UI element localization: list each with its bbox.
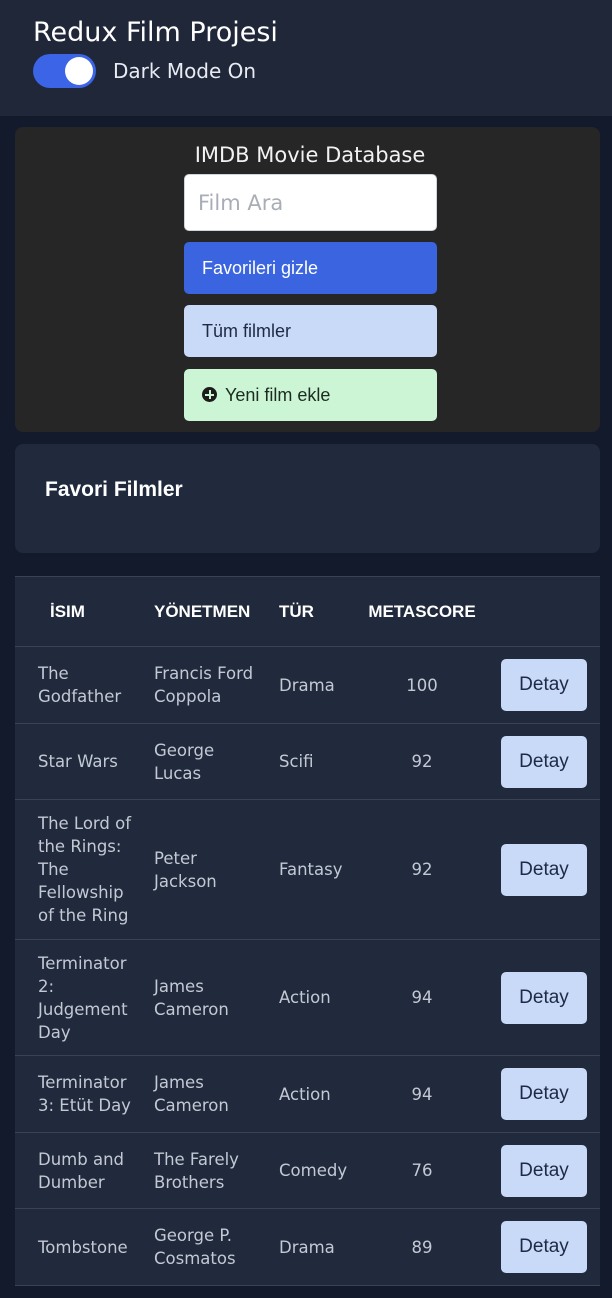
movie-director: James Cameron [139, 1055, 264, 1133]
movie-metascore: 100 [355, 646, 489, 724]
movie-genre: Action [264, 939, 355, 1056]
movie-metascore: 89 [355, 1208, 489, 1286]
movie-genre: Fantasy [264, 799, 355, 940]
detail-button[interactable]: Detay [501, 1144, 587, 1197]
column-header-name: İSIM [15, 576, 139, 647]
movie-name: The Lord of the Rings: The Fellowship of… [15, 799, 139, 940]
movie-name: Star Wars [15, 723, 139, 800]
toggle-knob [65, 57, 93, 85]
detail-cell: Detay [489, 1132, 600, 1209]
movie-director: George P. Cosmatos [139, 1208, 264, 1286]
movie-genre: Action [264, 1055, 355, 1133]
favorites-title: Favori Filmler [45, 478, 183, 501]
column-header-metascore: METASCORE [355, 576, 489, 647]
add-movie-label: Yeni film ekle [225, 385, 331, 405]
movie-name: Dumb and Dumber [15, 1132, 139, 1209]
movie-director: Peter Jackson [139, 799, 264, 940]
movies-table: İSIM YÖNETMEN TÜR METASCORE The Godfathe… [15, 576, 600, 1286]
detail-cell: Detay [489, 646, 600, 724]
app-header: Redux Film Projesi Dark Mode On [0, 0, 612, 116]
movie-genre: Scifi [264, 723, 355, 800]
movie-genre: Drama [264, 646, 355, 724]
movie-name: Terminator 3: Etüt Day [15, 1055, 139, 1133]
detail-button[interactable]: Detay [501, 843, 587, 896]
movie-name: The Godfather [15, 646, 139, 724]
favorites-panel: Favori Filmler [15, 444, 600, 553]
detail-button[interactable]: Detay [501, 1068, 587, 1120]
movies-table-container: İSIM YÖNETMEN TÜR METASCORE The Godfathe… [15, 576, 600, 1286]
detail-cell: Detay [489, 1055, 600, 1133]
all-movies-button[interactable]: Tüm filmler [184, 305, 437, 357]
movie-search-input[interactable] [184, 174, 437, 231]
movie-genre: Drama [264, 1208, 355, 1286]
detail-button[interactable]: Detay [501, 1221, 587, 1273]
panel-title: IMDB Movie Database [194, 143, 426, 167]
movie-name: Tombstone [15, 1208, 139, 1286]
detail-cell: Detay [489, 939, 600, 1056]
movie-name: Terminator 2: Judgement Day [15, 939, 139, 1056]
movie-metascore: 94 [355, 939, 489, 1056]
column-header-action [489, 576, 600, 647]
movie-metascore: 94 [355, 1055, 489, 1133]
movie-director: George Lucas [139, 723, 264, 800]
detail-button[interactable]: Detay [501, 971, 587, 1024]
dark-mode-label: Dark Mode On [113, 59, 257, 83]
table-row: The Godfather Francis Ford Coppola Drama… [15, 646, 600, 724]
hide-favorites-button[interactable]: Favorileri gizle [184, 242, 437, 294]
dark-mode-toggle[interactable] [33, 54, 96, 88]
table-row: Dumb and Dumber The Farely Brothers Come… [15, 1132, 600, 1209]
movie-metascore: 76 [355, 1132, 489, 1209]
detail-button[interactable]: Detay [501, 735, 587, 788]
detail-cell: Detay [489, 799, 600, 940]
plus-circle-icon [202, 387, 217, 403]
movie-metascore: 92 [355, 799, 489, 940]
app-title: Redux Film Projesi [33, 17, 278, 48]
add-movie-button[interactable]: Yeni film ekle [184, 369, 437, 421]
movie-genre: Comedy [264, 1132, 355, 1209]
movie-metascore: 92 [355, 723, 489, 800]
detail-cell: Detay [489, 723, 600, 800]
table-row: Terminator 2: Judgement Day James Camero… [15, 939, 600, 1056]
table-header-row: İSIM YÖNETMEN TÜR METASCORE [15, 576, 600, 647]
movie-director: Francis Ford Coppola [139, 646, 264, 724]
table-row: Tombstone George P. Cosmatos Drama 89 De… [15, 1208, 600, 1286]
table-row: Terminator 3: Etüt Day James Cameron Act… [15, 1055, 600, 1133]
column-header-genre: TÜR [264, 576, 355, 647]
table-row: Star Wars George Lucas Scifi 92 Detay [15, 723, 600, 800]
movie-director: James Cameron [139, 939, 264, 1056]
movie-director: The Farely Brothers [139, 1132, 264, 1209]
detail-cell: Detay [489, 1208, 600, 1286]
column-header-director: YÖNETMEN [139, 576, 264, 647]
detail-button[interactable]: Detay [501, 659, 587, 711]
search-panel: IMDB Movie Database Favorileri gizle Tüm… [15, 127, 600, 432]
table-row: The Lord of the Rings: The Fellowship of… [15, 799, 600, 940]
